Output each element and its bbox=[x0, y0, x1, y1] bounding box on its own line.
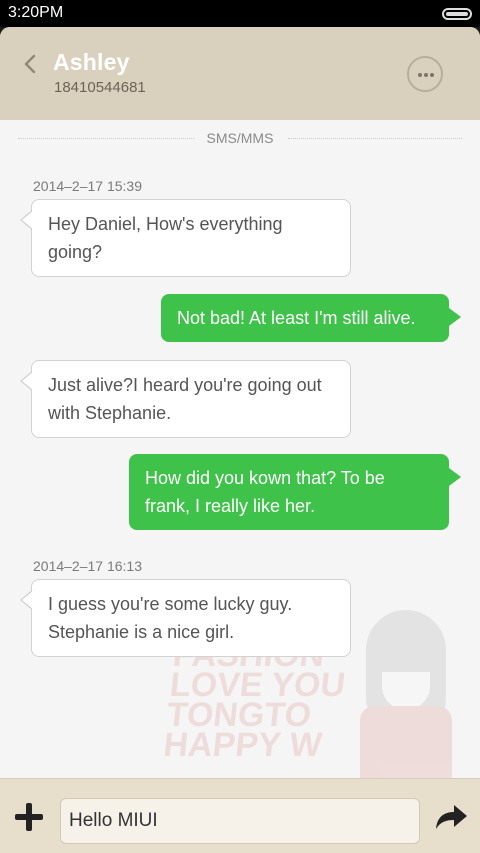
message-text: Hey Daniel, How's everything going? bbox=[48, 214, 283, 262]
dot-icon bbox=[430, 73, 434, 77]
message-text: Not bad! At least I'm still alive. bbox=[177, 308, 416, 328]
sms-mms-divider: SMS/MMS bbox=[18, 130, 462, 146]
dot-icon bbox=[418, 73, 422, 77]
message-timestamp: 2014–2–17 16:13 bbox=[33, 558, 142, 574]
back-arrow-icon[interactable] bbox=[20, 51, 42, 77]
status-time: 3:20PM bbox=[8, 4, 64, 21]
message-input[interactable] bbox=[60, 798, 420, 844]
royal-guard-illustration bbox=[360, 610, 452, 778]
conversation-screen: Ashley 18410544681 BRITISH FASHION LOVE … bbox=[0, 27, 480, 853]
add-attachment-icon[interactable] bbox=[15, 803, 43, 831]
message-text: I guess you're some lucky guy. Stephanie… bbox=[48, 594, 293, 642]
outgoing-message-bubble[interactable]: How did you kown that? To be frank, I re… bbox=[129, 454, 461, 530]
message-composer bbox=[0, 778, 480, 853]
incoming-message-bubble[interactable]: I guess you're some lucky guy. Stephanie… bbox=[20, 579, 351, 657]
message-thread[interactable]: BRITISH FASHION LOVE YOU TONGTO HAPPY W … bbox=[0, 120, 480, 778]
message-text: Just alive?I heard you're going out with… bbox=[48, 375, 322, 423]
message-timestamp: 2014–2–17 15:39 bbox=[33, 178, 142, 194]
dot-icon bbox=[424, 73, 428, 77]
conversation-header: Ashley 18410544681 bbox=[0, 27, 480, 120]
contact-number: 18410544681 bbox=[54, 79, 146, 96]
more-options-button[interactable] bbox=[407, 56, 443, 92]
contact-name[interactable]: Ashley bbox=[53, 49, 130, 76]
status-bar: 3:20PM bbox=[0, 0, 480, 27]
outgoing-message-bubble[interactable]: Not bad! At least I'm still alive. bbox=[161, 294, 461, 342]
incoming-message-bubble[interactable]: Just alive?I heard you're going out with… bbox=[20, 360, 351, 438]
battery-icon bbox=[442, 8, 472, 20]
message-text: How did you kown that? To be frank, I re… bbox=[145, 468, 385, 516]
incoming-message-bubble[interactable]: Hey Daniel, How's everything going? bbox=[20, 199, 351, 277]
send-arrow-icon[interactable] bbox=[434, 803, 468, 831]
